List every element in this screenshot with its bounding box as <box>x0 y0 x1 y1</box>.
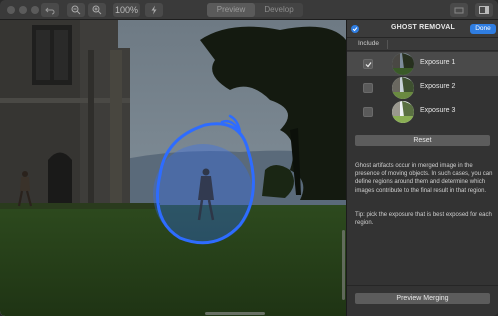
minimize-window-button[interactable] <box>19 6 27 14</box>
zoom-out-button[interactable] <box>67 3 85 17</box>
exposure-2-thumbnail <box>392 77 414 99</box>
checkmark-icon <box>352 27 358 32</box>
undo-icon <box>45 7 55 15</box>
exposure-row-3[interactable]: Exposure 3 <box>347 100 498 124</box>
mode-segmented-control: Preview Develop <box>207 3 303 17</box>
checkmark-icon <box>365 62 372 68</box>
enhance-button[interactable] <box>145 3 163 17</box>
toggle-sidebar-button[interactable] <box>475 3 493 17</box>
done-button[interactable]: Done <box>470 24 496 34</box>
exposure-row-1[interactable]: Exposure 1 <box>347 52 498 76</box>
ghost-removal-panel: GHOST REMOVAL Done Include Exposure 1 Ex… <box>346 20 498 316</box>
preview-merging-button[interactable]: Preview Merging <box>355 293 490 304</box>
ghost-removal-description: Ghost artifacts occur in merged image in… <box>355 163 493 194</box>
exposure-3-thumbnail <box>392 101 414 123</box>
tab-preview[interactable]: Preview <box>207 3 255 17</box>
zoom-out-icon <box>71 5 81 15</box>
exposure-3-label: Exposure 3 <box>420 107 456 114</box>
share-icon <box>454 7 464 14</box>
lightning-icon <box>151 5 157 15</box>
ghost-removal-enabled-toggle[interactable] <box>351 25 359 33</box>
toolbar: 100% ▾ Preview Develop <box>0 0 498 31</box>
app-window: 100% ▾ Preview Develop <box>0 0 498 316</box>
undo-button[interactable] <box>41 3 59 17</box>
reset-button[interactable]: Reset <box>355 135 490 146</box>
panel-header: GHOST REMOVAL Done <box>347 20 498 38</box>
exposure-1-thumbnail <box>392 53 414 75</box>
merged-photo <box>0 20 346 316</box>
zoom-in-button[interactable] <box>88 3 106 17</box>
close-window-button[interactable] <box>7 6 15 14</box>
ghost-removal-tip: Tip: pick the exposure that is best expo… <box>355 212 492 227</box>
zoom-window-button[interactable] <box>31 6 39 14</box>
zoom-level-value: 100% <box>114 5 139 15</box>
sidebar-icon <box>479 6 489 14</box>
exposure-2-label: Exposure 2 <box>420 83 456 90</box>
column-divider <box>387 40 388 49</box>
include-column-label[interactable]: Include <box>358 40 379 47</box>
exposure-1-checkbox[interactable] <box>363 59 373 69</box>
share-button[interactable] <box>450 3 468 17</box>
zoom-level-select[interactable]: 100% ▾ <box>113 3 140 31</box>
exposure-row-2[interactable]: Exposure 2 <box>347 76 498 100</box>
panel-title: GHOST REMOVAL <box>391 24 455 31</box>
zoom-in-icon <box>92 5 102 15</box>
photo-canvas[interactable] <box>0 20 346 316</box>
exposure-2-checkbox[interactable] <box>363 83 373 93</box>
panel-divider <box>347 285 498 286</box>
column-header: Include <box>347 38 498 51</box>
exposure-3-checkbox[interactable] <box>363 107 373 117</box>
tab-develop[interactable]: Develop <box>255 3 303 17</box>
exposure-1-label: Exposure 1 <box>420 59 456 66</box>
